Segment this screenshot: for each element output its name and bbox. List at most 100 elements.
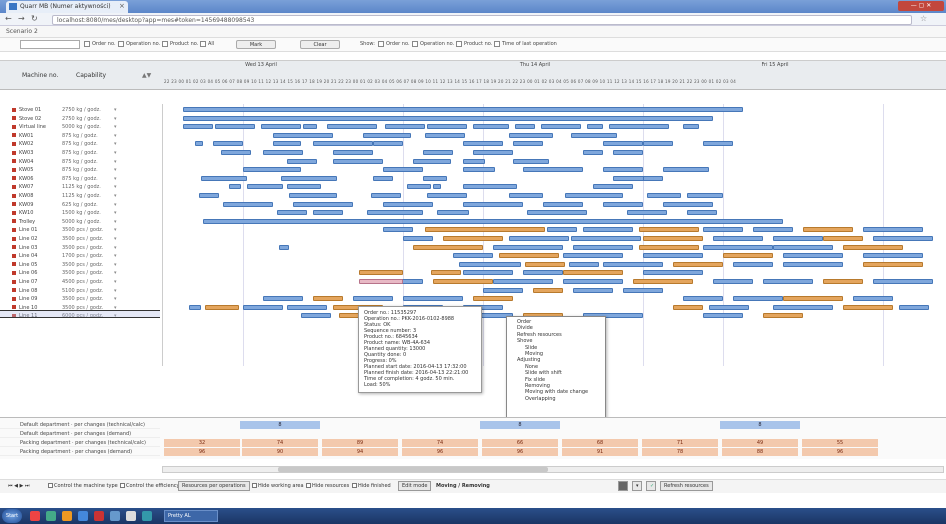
operation-bar[interactable]: [463, 184, 517, 190]
operation-bar[interactable]: [683, 296, 723, 302]
operation-bar[interactable]: [279, 244, 289, 250]
operation-bar[interactable]: [823, 236, 863, 241]
operation-bar[interactable]: [863, 227, 923, 233]
operation-bar[interactable]: [663, 201, 713, 207]
control-efficiency-checkbox[interactable]: Control the efficiency: [120, 482, 179, 490]
operation-bar[interactable]: [733, 296, 783, 302]
operation-bar[interactable]: [563, 279, 623, 284]
operation-bar[interactable]: [333, 150, 373, 155]
operation-bar[interactable]: [183, 115, 713, 121]
operation-bar[interactable]: [703, 244, 773, 250]
operation-bar[interactable]: [603, 201, 643, 207]
operation-bar[interactable]: [627, 210, 667, 216]
operation-bar[interactable]: [215, 124, 255, 130]
operation-bar[interactable]: [583, 150, 603, 155]
operation-bar[interactable]: [703, 313, 743, 319]
operation-bar[interactable]: [463, 141, 503, 147]
operation-bar[interactable]: [463, 158, 485, 164]
operation-bar[interactable]: [281, 175, 337, 181]
operation-bar[interactable]: [373, 175, 393, 181]
operation-bar[interactable]: [513, 141, 543, 147]
operation-bar[interactable]: [385, 124, 425, 130]
operation-bar[interactable]: [639, 244, 699, 250]
operation-bar[interactable]: [571, 236, 641, 241]
operation-bar[interactable]: [183, 107, 743, 112]
operation-bar[interactable]: [733, 261, 773, 267]
operation-bar[interactable]: [571, 132, 617, 138]
app-icon[interactable]: [46, 511, 56, 521]
app-icon[interactable]: [30, 511, 40, 521]
operation-bar[interactable]: [687, 210, 717, 216]
operation-bar[interactable]: [205, 304, 239, 310]
operation-bar[interactable]: [301, 313, 331, 319]
refresh-resources-button[interactable]: Refresh resources: [660, 481, 713, 491]
operation-bar[interactable]: [427, 124, 467, 130]
show-orders-checkbox[interactable]: Order no.: [84, 40, 116, 49]
app-icon[interactable]: [110, 511, 120, 521]
operation-bar[interactable]: [673, 304, 703, 310]
operation-bar[interactable]: [583, 227, 633, 233]
operation-bar[interactable]: [623, 287, 663, 293]
show-all-checkbox[interactable]: All: [200, 40, 214, 49]
resources-per-operations-button[interactable]: Resources per operations: [178, 481, 250, 491]
hide-resources-checkbox[interactable]: Hide resources: [306, 482, 349, 490]
operation-bar[interactable]: [899, 304, 929, 310]
app-icon[interactable]: [142, 511, 152, 521]
operation-bar[interactable]: [287, 184, 321, 190]
operation-bar[interactable]: [713, 236, 763, 241]
operation-bar[interactable]: [525, 261, 565, 267]
show-products-checkbox[interactable]: Product no.: [162, 40, 198, 49]
operation-bar[interactable]: [863, 253, 923, 259]
app-icon[interactable]: [126, 511, 136, 521]
operation-bar[interactable]: [277, 210, 307, 216]
operation-bar[interactable]: [613, 150, 643, 155]
opt-time-checkbox[interactable]: Time of last operation: [494, 40, 557, 49]
operation-bar[interactable]: [493, 279, 553, 284]
col-machine-header[interactable]: Machine no.: [22, 72, 58, 79]
operation-bar[interactable]: [463, 201, 523, 207]
window-controls[interactable]: — ▢ ✕: [898, 1, 944, 11]
operation-bar[interactable]: [423, 175, 447, 181]
operation-bar[interactable]: [673, 261, 723, 267]
operation-bar[interactable]: [687, 193, 723, 198]
operation-bar[interactable]: [383, 201, 433, 207]
operation-bar[interactable]: [527, 210, 587, 216]
control-machine-type-checkbox[interactable]: Control the machine type: [48, 482, 118, 490]
clear-button[interactable]: Clear: [300, 40, 340, 49]
operation-bar[interactable]: [543, 201, 583, 207]
operation-bar[interactable]: [287, 304, 327, 310]
hide-finished-checkbox[interactable]: Hide finished: [352, 482, 391, 490]
operation-bar[interactable]: [643, 236, 703, 241]
operation-bar[interactable]: [515, 124, 535, 130]
operation-bar[interactable]: [541, 124, 581, 130]
operation-bar[interactable]: [753, 227, 793, 233]
operation-bar[interactable]: [533, 287, 563, 293]
operation-bar[interactable]: [183, 124, 213, 130]
operation-bar[interactable]: [563, 270, 623, 276]
operation-bar[interactable]: [509, 193, 543, 198]
operation-bar[interactable]: [367, 210, 423, 216]
operation-bar[interactable]: [453, 253, 493, 259]
bookmark-star-icon[interactable]: ☆: [920, 14, 927, 23]
operation-bar[interactable]: [431, 270, 461, 276]
operation-bar[interactable]: [863, 261, 923, 267]
operation-bar[interactable]: [261, 124, 301, 130]
opt-order-checkbox[interactable]: Order no.: [378, 40, 410, 49]
show-operations-checkbox[interactable]: Operation no.: [118, 40, 160, 49]
operation-bar[interactable]: [643, 270, 703, 276]
operation-bar[interactable]: [459, 261, 521, 267]
operation-bar[interactable]: [633, 279, 693, 284]
browser-tab[interactable]: Quarr MB (Numer aktywności): [6, 1, 128, 13]
operation-bar[interactable]: [195, 141, 203, 147]
operation-bar[interactable]: [263, 150, 303, 155]
back-icon[interactable]: ←: [5, 14, 12, 23]
operation-bar[interactable]: [333, 158, 383, 164]
dropdown-icon[interactable]: ▾: [632, 481, 642, 491]
operation-bar[interactable]: [663, 167, 709, 173]
operation-bar[interactable]: [603, 261, 663, 267]
operation-bar[interactable]: [523, 167, 583, 173]
operation-bar[interactable]: [199, 193, 219, 198]
operation-bar[interactable]: [873, 279, 933, 284]
operation-bar[interactable]: [327, 124, 377, 130]
operation-bar[interactable]: [843, 304, 893, 310]
